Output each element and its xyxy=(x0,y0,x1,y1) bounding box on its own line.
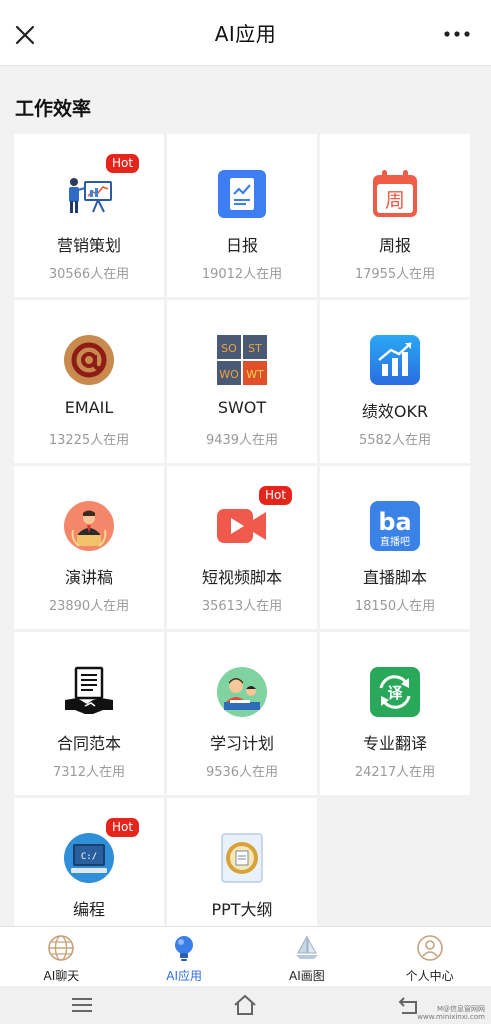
watermark: M@信息窗网网 www.minixinxi.com xyxy=(417,1005,485,1021)
home-icon[interactable] xyxy=(232,993,258,1017)
svg-text:SO: SO xyxy=(221,342,237,355)
svg-text:译: 译 xyxy=(387,684,403,702)
app-usage-count: 35613人在用 xyxy=(201,599,283,614)
svg-text:ba: ba xyxy=(378,508,411,536)
tab-profile[interactable]: 个人中心 xyxy=(368,927,491,986)
app-name: 周报 xyxy=(378,236,411,255)
app-card-swot[interactable]: SO ST WO WT SWOT 9439人在用 xyxy=(167,300,317,463)
app-usage-count: 9536人在用 xyxy=(205,765,279,780)
app-name: 演讲稿 xyxy=(64,568,113,587)
app-usage-count: 7312人在用 xyxy=(52,765,126,780)
tab-label: AI聊天 xyxy=(43,969,80,983)
bar-growth-icon xyxy=(370,335,420,385)
translate-icon: 译 xyxy=(370,667,420,717)
app-usage-count: 17955人在用 xyxy=(354,267,436,282)
section-title: 工作效率 xyxy=(15,98,92,120)
app-card-study-plan[interactable]: 学习计划 9536人在用 xyxy=(167,632,317,795)
app-name: 营销策划 xyxy=(56,236,121,255)
app-name: 专业翻译 xyxy=(362,734,427,753)
svg-text:WO: WO xyxy=(219,368,239,381)
app-name: 编程 xyxy=(72,900,105,919)
tab-label: AI画图 xyxy=(289,969,325,983)
study-icon xyxy=(217,667,267,717)
app-card-email[interactable]: EMAIL 13225人在用 xyxy=(14,300,164,463)
weekly-calendar-icon: 周 xyxy=(373,170,417,217)
svg-text:C:/: C:/ xyxy=(81,852,97,862)
svg-text:直播吧: 直播吧 xyxy=(380,535,410,548)
hot-badge: Hot xyxy=(259,486,293,505)
app-name: 合同范本 xyxy=(56,734,121,753)
app-usage-count: 24217人在用 xyxy=(354,765,436,780)
app-usage-count: 18150人在用 xyxy=(354,599,436,614)
app-name: 绩效OKR xyxy=(361,402,429,421)
user-circle-icon xyxy=(416,935,443,961)
svg-text:WT: WT xyxy=(246,368,264,381)
app-usage-count: 13225人在用 xyxy=(48,433,130,448)
bottom-tab-bar: AI聊天 AI应用 AI画图 个人中心 xyxy=(0,926,491,986)
at-sign-icon xyxy=(64,335,114,385)
app-card-daily-report[interactable]: 日报 19012人在用 xyxy=(167,134,317,297)
app-card-speech[interactable]: 演讲稿 23890人在用 xyxy=(14,466,164,629)
app-usage-count: 19012人在用 xyxy=(201,267,283,282)
presentation-icon xyxy=(69,178,112,213)
tab-label: AI应用 xyxy=(166,969,202,983)
tab-ai-chat[interactable]: AI聊天 xyxy=(0,927,123,986)
ppt-document-icon xyxy=(221,833,263,883)
app-name: 直播脚本 xyxy=(362,568,427,587)
svg-text:ST: ST xyxy=(248,342,262,355)
app-card-marketing[interactable]: Hot 营销策划 30566人在用 xyxy=(14,134,164,297)
app-name: EMAIL xyxy=(64,398,114,417)
app-name: 短视频脚本 xyxy=(201,568,282,587)
app-usage-count: 30566人在用 xyxy=(48,267,130,282)
tab-ai-drawing[interactable]: AI画图 xyxy=(246,927,369,986)
top-bar: AI应用 xyxy=(0,0,491,66)
close-icon[interactable] xyxy=(12,22,38,48)
app-card-weekly-report[interactable]: 周 周报 17955人在用 xyxy=(320,134,470,297)
live-stream-icon: ba 直播吧 xyxy=(370,501,420,551)
lightbulb-icon xyxy=(175,936,194,961)
app-name: SWOT xyxy=(217,398,267,417)
menu-icon[interactable] xyxy=(69,993,95,1017)
app-name: PPT大纲 xyxy=(211,900,273,919)
video-camera-icon xyxy=(217,509,266,543)
app-card-okr[interactable]: 绩效OKR 5582人在用 xyxy=(320,300,470,463)
app-card-translate[interactable]: 译 专业翻译 24217人在用 xyxy=(320,632,470,795)
app-grid: Hot 营销策划 30566人在用 日报 19012人在用 周 周报 17955… xyxy=(14,134,470,961)
app-usage-count: 23890人在用 xyxy=(48,599,130,614)
code-monitor-icon: C:/ xyxy=(64,833,114,883)
app-card-live-stream[interactable]: ba 直播吧 直播脚本 18150人在用 xyxy=(320,466,470,629)
sailboat-icon xyxy=(295,935,318,959)
hot-badge: Hot xyxy=(106,154,140,173)
app-card-short-video[interactable]: Hot 短视频脚本 35613人在用 xyxy=(167,466,317,629)
app-name: 学习计划 xyxy=(209,734,274,753)
app-usage-count: 5582人在用 xyxy=(358,433,432,448)
swot-grid-icon: SO ST WO WT xyxy=(217,335,267,385)
daily-report-icon xyxy=(218,170,266,218)
more-options-icon[interactable] xyxy=(443,24,471,44)
globe-icon xyxy=(48,935,75,961)
speaker-icon xyxy=(64,501,114,551)
hot-badge: Hot xyxy=(106,818,140,837)
tab-label: 个人中心 xyxy=(405,969,454,983)
svg-text:周: 周 xyxy=(385,188,405,212)
app-name: 日报 xyxy=(225,236,258,255)
app-card-contract[interactable]: 合同范本 7312人在用 xyxy=(14,632,164,795)
tab-ai-apps[interactable]: AI应用 xyxy=(123,927,246,986)
contract-handshake-icon xyxy=(65,666,113,714)
app-usage-count: 9439人在用 xyxy=(205,433,279,448)
page-title: AI应用 xyxy=(214,22,277,46)
